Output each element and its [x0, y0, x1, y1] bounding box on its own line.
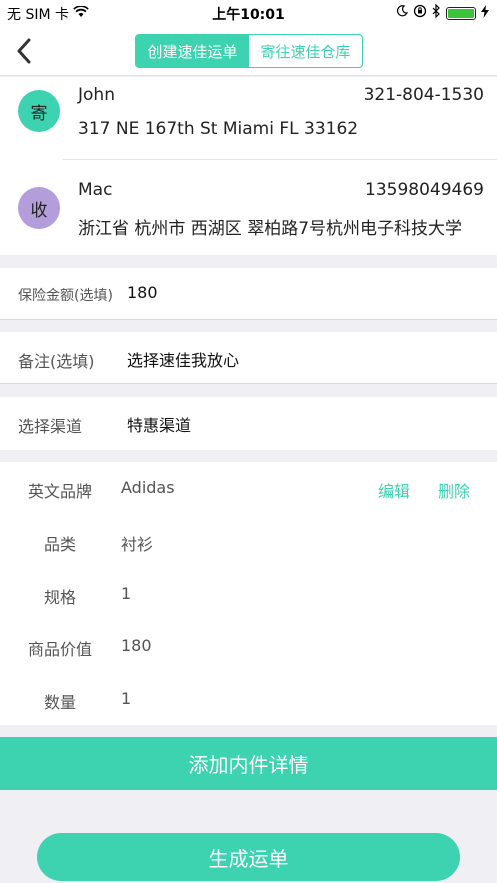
sender-phone: 321-804-1530 — [363, 85, 484, 105]
sender-row[interactable]: 寄 John 321-804-1530 317 NE 167th St Miam… — [0, 77, 497, 157]
channel-row[interactable]: 选择渠道 特惠渠道 — [0, 397, 497, 450]
sender-name: John — [78, 85, 115, 105]
goods-row-brand: 英文品牌 Adidas 编辑 删除 — [0, 462, 497, 515]
remark-input[interactable]: 选择速佳我放心 — [127, 347, 239, 371]
bluetooth-icon — [432, 3, 441, 22]
moon-icon — [396, 5, 409, 21]
address-divider — [63, 159, 497, 160]
insurance-row[interactable]: 保险金额(选填) 180 — [0, 268, 497, 320]
goods-label: 规格 — [43, 588, 76, 607]
goods-label: 数量 — [43, 693, 76, 712]
edit-button[interactable]: 编辑 — [378, 478, 410, 502]
battery-icon — [446, 6, 476, 20]
receiver-address: 浙江省 杭州市 西湖区 翠柏路7号杭州电子科技大学 — [78, 219, 463, 239]
goods-value: 衬衫 — [121, 535, 154, 554]
remark-row[interactable]: 备注(选填) 选择速佳我放心 — [0, 332, 497, 384]
goods-value: 180 — [121, 636, 152, 655]
goods-label: 商品价值 — [27, 640, 92, 659]
segmented-control: 创建速佳运单 寄往速佳仓库 — [135, 34, 363, 68]
goods-value: 1 — [121, 584, 132, 603]
generate-waybill-button[interactable]: 生成运单 — [37, 833, 460, 881]
channel-label: 选择渠道 — [18, 417, 83, 436]
receiver-name: Mac — [78, 180, 113, 200]
goods-value: Adidas — [121, 478, 175, 497]
goods-row-spec: 规格 1 — [0, 568, 497, 621]
goods-row-quantity: 数量 1 — [0, 673, 497, 726]
insurance-input[interactable]: 180 — [127, 283, 158, 302]
goods-card: 英文品牌 Adidas 编辑 删除 品类 衬衫 规格 1 商品价值 180 数量… — [0, 462, 497, 725]
nav-bar: 创建速佳运单 寄往速佳仓库 — [0, 26, 497, 76]
remark-label: 备注(选填) — [18, 352, 95, 371]
goods-value: 1 — [121, 689, 132, 708]
tab-create-waybill[interactable]: 创建速佳运单 — [136, 35, 249, 67]
charging-icon — [481, 4, 489, 22]
goods-label: 品类 — [43, 535, 76, 554]
tab-ship-to-warehouse[interactable]: 寄往速佳仓库 — [249, 35, 362, 67]
receiver-badge: 收 — [18, 187, 60, 229]
receiver-phone: 13598049469 — [365, 180, 484, 200]
back-button[interactable] — [10, 36, 38, 66]
receiver-row[interactable]: 收 Mac 13598049469 浙江省 杭州市 西湖区 翠柏路7号杭州电子科… — [0, 173, 497, 253]
sender-address: 317 NE 167th St Miami FL 33162 — [78, 119, 359, 139]
goods-label: 英文品牌 — [27, 482, 92, 501]
channel-select[interactable]: 特惠渠道 — [127, 412, 191, 436]
add-item-details-button[interactable]: 添加内件详情 — [0, 737, 497, 790]
insurance-label: 保险金额(选填) — [18, 288, 113, 304]
goods-row-value: 商品价值 180 — [0, 620, 497, 673]
status-bar: 无 SIM 卡 上午10:01 — [0, 0, 497, 26]
rotation-lock-icon — [413, 4, 427, 22]
address-card: 寄 John 321-804-1530 317 NE 167th St Miam… — [0, 77, 497, 255]
goods-row-category: 品类 衬衫 — [0, 515, 497, 568]
delete-button[interactable]: 删除 — [438, 478, 470, 502]
status-right — [396, 3, 489, 22]
chevron-left-icon — [17, 38, 31, 64]
sender-badge: 寄 — [18, 90, 60, 132]
